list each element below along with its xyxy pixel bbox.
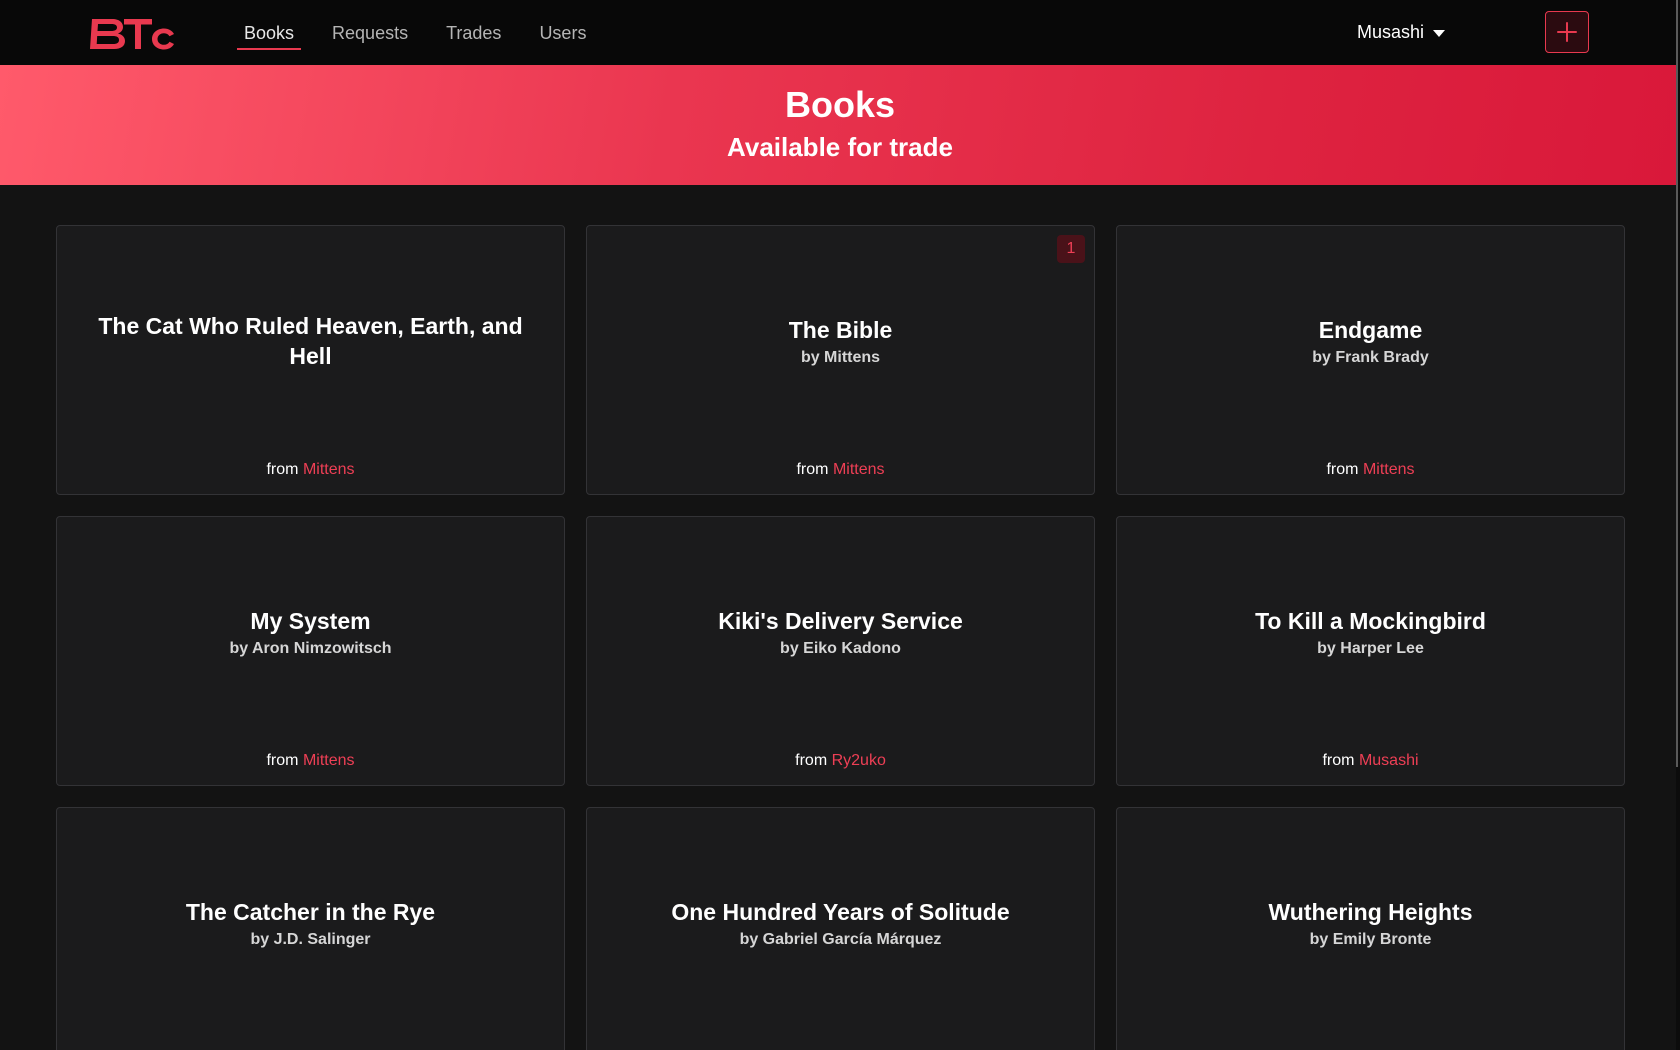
owner-prefix: from (1326, 461, 1359, 478)
book-owner: from Mittens (57, 460, 564, 480)
owner-prefix: from (795, 752, 828, 769)
book-author: by Emily Bronte (1309, 930, 1432, 948)
btc-logo-icon (90, 19, 174, 50)
book-card[interactable]: One Hundred Years of Solitude by Gabriel… (586, 807, 1095, 1050)
add-book-button[interactable] (1545, 11, 1589, 53)
book-author: by Harper Lee (1317, 639, 1424, 657)
owner-prefix: from (796, 461, 829, 478)
book-title: The Catcher in the Rye (185, 898, 436, 925)
book-author: by Frank Brady (1312, 348, 1429, 366)
scrollbar-thumb[interactable] (1676, 0, 1678, 767)
book-grid: The Cat Who Ruled Heaven, Earth, and Hel… (56, 225, 1625, 1050)
book-title: Kiki's Delivery Service (718, 607, 963, 634)
owner-prefix: from (266, 461, 299, 478)
owner-prefix: from (266, 752, 299, 769)
page-scrollbar[interactable] (1676, 0, 1680, 1050)
book-title: The Cat Who Ruled Heaven, Earth, and Hel… (98, 313, 523, 369)
book-card[interactable]: The Cat Who Ruled Heaven, Earth, and Hel… (56, 225, 565, 495)
owner-link[interactable]: Musashi (1359, 752, 1419, 769)
book-author: by Eiko Kadono (780, 639, 901, 657)
book-author: by Mittens (800, 348, 881, 366)
book-card[interactable]: To Kill a Mockingbird by Harper Lee from… (1116, 516, 1625, 786)
book-author: by J.D. Salinger (250, 930, 371, 948)
owner-link[interactable]: Ry2uko (832, 752, 886, 769)
book-card-body: The Catcher in the Rye by J.D. Salinger (57, 808, 564, 1038)
main-nav: Books Requests Trades Users (236, 0, 624, 65)
owner-prefix: from (1322, 752, 1355, 769)
page: Books Requests Trades Users Musashi Book… (0, 0, 1680, 1050)
book-title: One Hundred Years of Solitude (671, 898, 1010, 925)
book-author: by Gabriel García Márquez (739, 930, 942, 948)
page-subtitle: Available for trade (727, 132, 953, 162)
book-owner: from Musashi (1117, 751, 1624, 771)
book-owner: from Ry2uko (587, 751, 1094, 771)
book-owner: from Mittens (1117, 460, 1624, 480)
book-author: by Aron Nimzowitsch (229, 639, 392, 657)
owner-link[interactable]: Mittens (303, 461, 355, 478)
nav-item-trades[interactable]: Trades (446, 0, 501, 65)
book-card-body: Endgame by Frank Brady (1117, 226, 1624, 456)
book-title: Wuthering Heights (1268, 898, 1473, 925)
owner-link[interactable]: Mittens (1363, 461, 1415, 478)
caret-down-icon (1433, 30, 1445, 37)
book-card-body: Kiki's Delivery Service by Eiko Kadono (587, 517, 1094, 747)
book-card-body: The Bible by Mittens (587, 226, 1094, 456)
owner-link[interactable]: Mittens (833, 461, 885, 478)
book-card-body: One Hundred Years of Solitude by Gabriel… (587, 808, 1094, 1038)
book-card[interactable]: My System by Aron Nimzowitsch from Mitte… (56, 516, 565, 786)
nav-item-users[interactable]: Users (539, 0, 586, 65)
book-title: The Bible (788, 316, 893, 343)
navbar: Books Requests Trades Users Musashi (0, 0, 1680, 65)
nav-item-requests[interactable]: Requests (332, 0, 408, 65)
book-card[interactable]: The Catcher in the Rye by J.D. Salinger (56, 807, 565, 1050)
user-menu-dropdown[interactable]: Musashi (1357, 0, 1445, 65)
book-title: Endgame (1318, 316, 1423, 343)
book-title: To Kill a Mockingbird (1255, 607, 1486, 634)
brand-logo[interactable] (90, 13, 178, 53)
book-card[interactable]: Endgame by Frank Brady from Mittens (1116, 225, 1625, 495)
page-title: Books (784, 84, 896, 125)
plus-icon (1557, 22, 1577, 42)
book-card[interactable]: Wuthering Heights by Emily Bronte (1116, 807, 1625, 1050)
book-title: My System (250, 607, 371, 634)
book-card-body: My System by Aron Nimzowitsch (57, 517, 564, 747)
owner-link[interactable]: Mittens (303, 752, 355, 769)
book-card-body: The Cat Who Ruled Heaven, Earth, and Hel… (57, 226, 564, 456)
book-card-body: Wuthering Heights by Emily Bronte (1117, 808, 1624, 1038)
book-card-body: To Kill a Mockingbird by Harper Lee (1117, 517, 1624, 747)
book-card[interactable]: Kiki's Delivery Service by Eiko Kadono f… (586, 516, 1095, 786)
username-label: Musashi (1356, 22, 1424, 42)
book-owner: from Mittens (587, 460, 1094, 480)
book-card[interactable]: 1 The Bible by Mittens from Mittens (586, 225, 1095, 495)
book-owner: from Mittens (57, 751, 564, 771)
hero-banner: Books Available for trade (0, 65, 1680, 185)
nav-item-books[interactable]: Books (236, 0, 302, 65)
